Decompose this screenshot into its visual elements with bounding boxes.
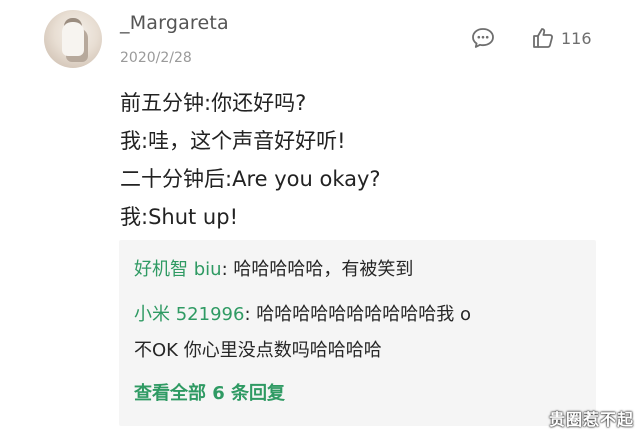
avatar-figure [62, 22, 84, 56]
reply-text: : 哈哈哈哈哈哈哈哈哈哈我 o [244, 304, 471, 325]
comment-line: 我:Shut up! [120, 205, 238, 229]
replies-panel: 好机智 biu: 哈哈哈哈哈，有被笑到 小米 521996: 哈哈哈哈哈哈哈哈哈… [119, 240, 596, 426]
reply-text-continuation: 不OK 你心里没点数吗哈哈哈哈 [134, 340, 382, 361]
reply-item: 好机智 biu: 哈哈哈哈哈，有被笑到 [134, 252, 413, 288]
comment-date: 2020/2/28 [120, 50, 192, 66]
reply-text: : 哈哈哈哈哈，有被笑到 [221, 259, 414, 280]
like-count: 116 [561, 28, 592, 48]
reply-author[interactable]: 小米 521996 [134, 304, 244, 325]
comment-body: 前五分钟:你还好吗? 我:哇，这个声音好好听! 二十分钟后:Are you ok… [120, 84, 620, 236]
comment-line: 我:哇，这个声音好好听! [120, 129, 346, 153]
comment-line: 前五分钟:你还好吗? [120, 91, 307, 115]
reply-author[interactable]: 好机智 biu [134, 259, 222, 280]
comment-line: 二十分钟后:Are you okay? [120, 167, 381, 191]
speech-bubble-icon [472, 28, 494, 48]
like-button[interactable]: 116 [531, 26, 592, 50]
watermark: 贵圈惹不起 [548, 410, 634, 429]
reply-button[interactable] [471, 27, 495, 49]
thumbs-up-icon [533, 28, 553, 48]
reply-item: 小米 521996: 哈哈哈哈哈哈哈哈哈哈我 o [134, 297, 471, 333]
user-avatar[interactable] [44, 10, 102, 68]
username[interactable]: _Margareta [120, 12, 229, 34]
view-all-replies-link[interactable]: 查看全部 6 条回复 [134, 376, 285, 412]
